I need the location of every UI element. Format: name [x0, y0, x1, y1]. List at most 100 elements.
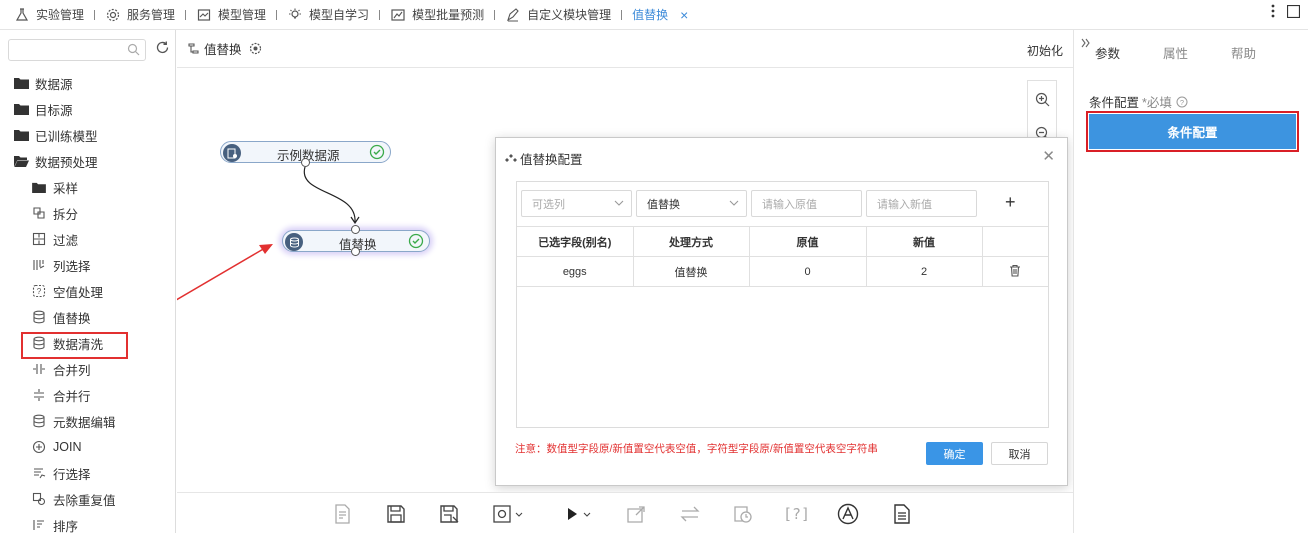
tree-item-merge-rows[interactable]: 合并行 — [0, 382, 176, 408]
tree-label: 合并列 — [53, 363, 91, 378]
tab-label: 服务管理 — [127, 8, 176, 22]
tree-item-split[interactable]: 拆分 — [0, 200, 176, 226]
trash-icon[interactable] — [1009, 264, 1021, 277]
input-port[interactable] — [351, 225, 360, 234]
run-dropdown-icon[interactable] — [565, 503, 593, 525]
database-icon — [31, 309, 47, 325]
cancel-button[interactable]: 取消 — [991, 442, 1048, 465]
tab-model-management[interactable]: 模型管理 — [196, 0, 266, 30]
tab-divider — [94, 9, 96, 20]
folder-data-source[interactable]: 数据源 — [0, 70, 176, 96]
settings-icon[interactable] — [249, 42, 262, 55]
more-vertical-icon[interactable] — [1271, 4, 1275, 23]
tree-item-merge-columns[interactable]: 合并列 — [0, 356, 176, 382]
tree-item-sort[interactable]: 排序 — [0, 512, 176, 538]
tab-model-batch-prediction[interactable]: 模型批量预测 — [390, 0, 484, 30]
folder-icon — [13, 127, 29, 143]
tree-label: 元数据编辑 — [53, 415, 116, 430]
col-header-method: 处理方式 — [633, 226, 750, 257]
tree-label: 合并行 — [53, 389, 91, 404]
annotation-arrow — [177, 247, 266, 301]
canvas-toolbar: [?] — [177, 492, 1073, 533]
bulb-icon — [287, 7, 303, 23]
zoom-in-icon[interactable] — [1035, 92, 1050, 110]
plus-circle-icon — [31, 439, 47, 455]
collapse-panel-icon[interactable] — [1081, 37, 1091, 51]
tree-item-value-replace[interactable]: 值替换 — [0, 304, 176, 330]
condition-config-button[interactable]: 条件配置 — [1086, 111, 1299, 152]
column-select-placeholder: 可选列 — [532, 198, 565, 211]
swap-icon[interactable] — [680, 503, 700, 525]
node-sample-data-source[interactable]: 示例数据源 — [220, 141, 391, 167]
tree-item-row-select[interactable]: 行选择 — [0, 460, 176, 486]
output-port[interactable] — [301, 158, 310, 167]
tab-attributes[interactable]: 属性 — [1163, 43, 1188, 62]
dialog-title: 值替换配置 — [505, 149, 583, 168]
method-select[interactable]: 值替换 — [636, 190, 747, 217]
condition-config-label: 条件配置 *必填 ? — [1089, 92, 1188, 111]
tab-model-self-learning[interactable]: 模型自学习 — [287, 0, 369, 30]
tree-label: 行选择 — [53, 467, 91, 482]
tree-item-null-handling[interactable]: ? 空值处理 — [0, 278, 176, 304]
sidebar-highlight-box — [21, 332, 128, 359]
auto-layout-icon[interactable] — [837, 503, 859, 525]
tab-value-replace[interactable]: 值替换 × — [632, 0, 688, 30]
output-port[interactable] — [351, 247, 360, 256]
tree-label: 排序 — [53, 519, 79, 534]
folder-icon — [13, 75, 29, 91]
node-value-replace[interactable]: 值替换 — [282, 225, 430, 256]
old-value-placeholder: 请输入原值 — [762, 198, 817, 211]
initialize-button[interactable]: 初始化 — [1027, 42, 1063, 59]
refresh-icon[interactable] — [155, 40, 170, 58]
folder-data-preprocessing[interactable]: 数据预处理 — [0, 148, 176, 174]
tree-label: 目标源 — [35, 103, 73, 118]
column-select[interactable]: 可选列 — [521, 190, 632, 217]
old-value-input[interactable]: 请输入原值 — [751, 190, 862, 217]
tree-item-filter[interactable]: 过滤 — [0, 226, 176, 252]
confirm-button[interactable]: 确定 — [926, 442, 983, 465]
value-replace-config-dialog: 值替换配置 ✕ 可选列 值替换 请输入原值 请输入新值 + 已选字段(别名) 处… — [495, 137, 1068, 486]
add-rule-button[interactable]: + — [1005, 192, 1016, 213]
close-icon[interactable]: ✕ — [1042, 147, 1055, 165]
tab-label: 自定义模块管理 — [527, 8, 612, 22]
tree-item-sampling[interactable]: 采样 — [0, 174, 176, 200]
schedule-icon[interactable] — [733, 503, 753, 525]
close-icon[interactable]: × — [680, 7, 688, 23]
workflow-icon — [187, 42, 200, 55]
export-icon[interactable] — [627, 503, 647, 525]
new-value-input[interactable]: 请输入新值 — [866, 190, 977, 217]
settings-dropdown-icon[interactable] — [493, 503, 523, 525]
help-bracket-icon[interactable]: [?] — [783, 503, 810, 525]
tree-item-metadata-edit[interactable]: 元数据编辑 — [0, 408, 176, 434]
tree-item-join[interactable]: JOIN — [0, 434, 176, 460]
save-as-icon[interactable] — [440, 503, 460, 525]
tab-experiment-management[interactable]: 实验管理 — [14, 0, 84, 30]
tab-help[interactable]: 帮助 — [1231, 43, 1256, 62]
cell-field: eggs — [517, 256, 634, 287]
tree-label: 数据源 — [35, 77, 73, 92]
tree-label: 采样 — [53, 181, 79, 196]
trend-chart-icon — [390, 7, 406, 23]
rules-table: 已选字段(别名) 处理方式 原值 新值 eggs 值替换 0 2 — [517, 226, 1048, 287]
folder-trained-model[interactable]: 已训练模型 — [0, 122, 176, 148]
tree-item-column-select[interactable]: 列选择 — [0, 252, 176, 278]
tree-label: 列选择 — [53, 259, 91, 274]
chevron-down-icon — [729, 198, 739, 211]
search-icon — [127, 43, 140, 59]
model-icon — [196, 7, 212, 23]
save-icon[interactable] — [387, 503, 405, 525]
cell-old: 0 — [749, 256, 867, 287]
gear-service-icon — [105, 7, 121, 23]
tree-item-dedupe[interactable]: 去除重复值 — [0, 486, 176, 512]
log-document-icon[interactable] — [893, 503, 911, 525]
tab-parameters[interactable]: 参数 — [1095, 43, 1120, 62]
tab-service-management[interactable]: 服务管理 — [105, 0, 175, 30]
help-circle-icon[interactable]: ? — [1176, 96, 1188, 108]
search-input[interactable] — [8, 39, 146, 61]
tab-custom-module-management[interactable]: 自定义模块管理 — [505, 0, 611, 30]
folder-target-source[interactable]: 目标源 — [0, 96, 176, 122]
document-run-icon[interactable] — [334, 503, 352, 525]
maximize-icon[interactable] — [1286, 4, 1301, 23]
flow-edge-arrowhead — [350, 216, 360, 225]
dialog-title-text: 值替换配置 — [520, 153, 583, 167]
